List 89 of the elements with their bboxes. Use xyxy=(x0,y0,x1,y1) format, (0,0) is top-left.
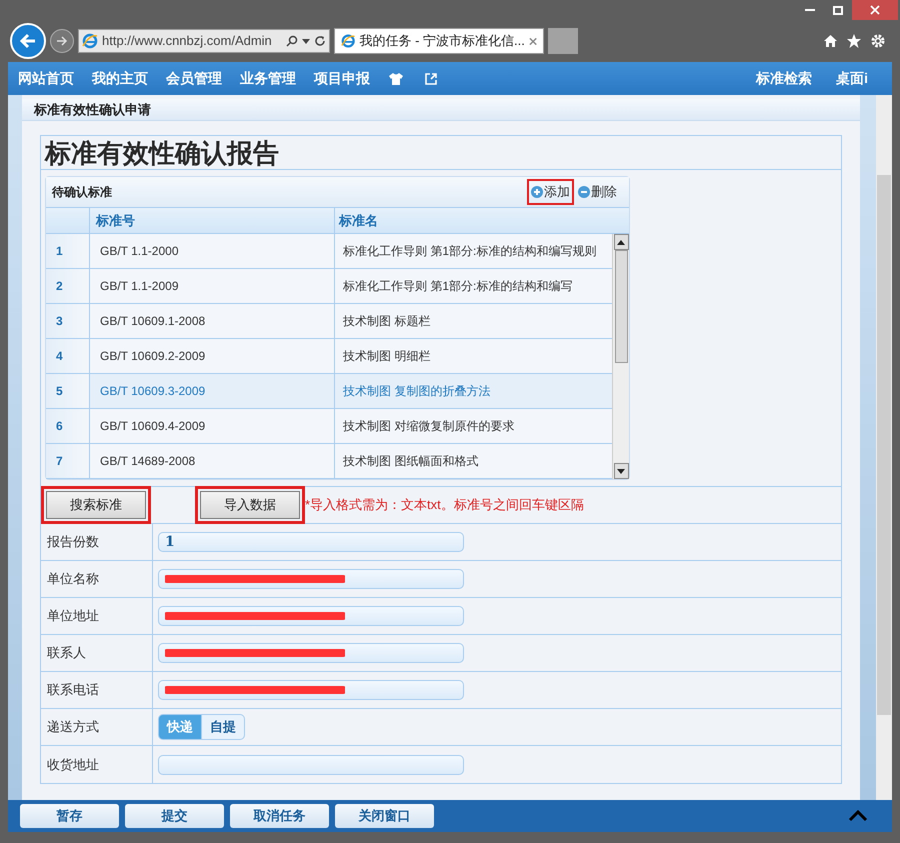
close-tab-icon[interactable] xyxy=(528,36,537,46)
delete-button[interactable]: 删除 xyxy=(574,179,621,205)
row-number: 2 xyxy=(46,269,90,303)
table-cell: GB/T 1.1-2000 xyxy=(90,234,335,268)
table-row[interactable]: 3 GB/T 10609.1-2008 技术制图 标题栏 xyxy=(46,304,612,339)
nav-link[interactable]: 桌面i xyxy=(836,68,868,89)
nav-link[interactable]: 项目申报 xyxy=(314,68,370,89)
settings-icon[interactable] xyxy=(870,33,886,49)
add-button[interactable]: 添加 xyxy=(527,179,574,205)
search-icon[interactable] xyxy=(286,35,298,47)
scroll-down-arrow-icon[interactable] xyxy=(617,468,625,474)
table-cell-text: 标准化工作导则 第1部分:标准的结构和编写规则 xyxy=(342,243,598,260)
back-button[interactable] xyxy=(10,23,46,59)
vertical-scrollbar[interactable] xyxy=(612,234,629,479)
section-header: 标准有效性确认申请 xyxy=(22,99,860,121)
nav-link[interactable]: 网站首页 xyxy=(18,68,74,89)
nav-link[interactable]: 标准检索 xyxy=(756,68,812,89)
table-cell-text: 技术制图 对缩微复制原件的要求 xyxy=(342,418,516,435)
field-label: 单位名称 xyxy=(41,561,153,597)
address-bar[interactable]: http://www.cnnbzj.com/Admin xyxy=(78,29,330,53)
row-number: 7 xyxy=(46,444,90,478)
close-icon[interactable] xyxy=(852,0,898,20)
table-cell: GB/T 14689-2008 xyxy=(90,444,335,478)
field-label: 联系人 xyxy=(41,635,153,671)
table-cell: GB/T 10609.3-2009 xyxy=(90,374,335,408)
table-cell-text: 技术制图 标题栏 xyxy=(342,313,432,330)
column-header[interactable]: 标准名 xyxy=(335,208,629,233)
url-text: http://www.cnnbzj.com/Admin xyxy=(102,32,273,50)
nav-link[interactable]: 我的主页 xyxy=(92,68,148,89)
right-arrow-icon xyxy=(56,36,68,46)
browser-logo-icon xyxy=(341,33,356,49)
home-icon[interactable] xyxy=(823,34,838,48)
row-number: 3 xyxy=(46,304,90,338)
footer-button[interactable]: 提交 xyxy=(125,804,224,828)
table-cell-text: 技术制图 复制图的折叠方法 xyxy=(342,383,492,400)
grid-title: 待确认标准 xyxy=(52,184,112,201)
external-link-icon[interactable] xyxy=(424,72,438,86)
nav-link[interactable]: 会员管理 xyxy=(166,68,222,89)
table-row[interactable]: 7 GB/T 14689-2008 技术制图 图纸幅面和格式 xyxy=(46,444,612,479)
footer-button[interactable]: 关闭窗口 xyxy=(335,804,434,828)
action-button[interactable]: 搜索标准 xyxy=(46,491,146,519)
star-icon[interactable] xyxy=(846,33,862,49)
plus-circle-icon xyxy=(531,186,543,198)
text-field[interactable] xyxy=(158,643,464,663)
forward-button[interactable] xyxy=(50,29,74,53)
footer-button[interactable]: 暂存 xyxy=(20,804,119,828)
refresh-icon[interactable] xyxy=(314,35,326,47)
table-cell-text: 技术制图 明细栏 xyxy=(342,348,432,365)
row-number: 4 xyxy=(46,339,90,373)
table-cell: GB/T 1.1-2009 xyxy=(90,269,335,303)
table-row[interactable]: 1 GB/T 1.1-2000 标准化工作导则 第1部分:标准的结构和编写规则 xyxy=(46,234,612,269)
text-field[interactable]: 1 xyxy=(158,532,464,552)
field-label: 收货地址 xyxy=(41,746,153,783)
import-format-note: *导入格式需为：文本txt。标准号之间回车键区隔 xyxy=(305,496,584,514)
field-label: 单位地址 xyxy=(41,598,153,634)
footer-button[interactable]: 取消任务 xyxy=(230,804,329,828)
browser-logo-icon xyxy=(82,33,98,49)
table-cell-text: 标准化工作导则 第1部分:标准的结构和编写 xyxy=(342,278,574,295)
segment-button[interactable]: 自提 xyxy=(202,714,245,740)
action-button[interactable]: 导入数据 xyxy=(200,491,300,519)
field-label: 递送方式 xyxy=(41,709,153,745)
table-row[interactable]: 2 GB/T 1.1-2009 标准化工作导则 第1部分:标准的结构和编写 xyxy=(46,269,612,304)
text-field[interactable] xyxy=(158,680,464,700)
dropdown-icon[interactable] xyxy=(302,38,310,44)
shirt-icon[interactable] xyxy=(388,72,404,86)
table-row[interactable]: 4 GB/T 10609.2-2009 技术制图 明细栏 xyxy=(46,339,612,374)
row-number: 1 xyxy=(46,234,90,268)
text-field[interactable] xyxy=(158,606,464,626)
scroll-up-icon[interactable] xyxy=(848,810,868,822)
scroll-up-arrow-icon[interactable] xyxy=(617,240,625,244)
nav-link[interactable]: 业务管理 xyxy=(240,68,296,89)
page-scrollbar[interactable] xyxy=(876,95,892,800)
row-number: 6 xyxy=(46,409,90,443)
field-label: 联系电话 xyxy=(41,672,153,708)
field-label: 报告份数 xyxy=(41,524,153,560)
table-cell-text: 技术制图 图纸幅面和格式 xyxy=(342,453,480,470)
left-arrow-icon xyxy=(19,33,37,49)
table-row[interactable]: 6 GB/T 10609.4-2009 技术制图 对缩微复制原件的要求 xyxy=(46,409,612,444)
table-cell: GB/T 10609.1-2008 xyxy=(90,304,335,338)
column-header[interactable]: 标准号 xyxy=(90,208,335,233)
tab-title: 我的任务 - 宁波市标准化信... xyxy=(359,32,525,50)
minus-circle-icon xyxy=(578,186,590,198)
text-field[interactable] xyxy=(158,569,464,589)
table-cell: GB/T 10609.2-2009 xyxy=(90,339,335,373)
table-row[interactable]: 5 GB/T 10609.3-2009 技术制图 复制图的折叠方法 xyxy=(46,374,612,409)
report-title: 标准有效性确认报告 xyxy=(41,136,841,170)
table-cell: GB/T 10609.4-2009 xyxy=(90,409,335,443)
text-field[interactable] xyxy=(158,754,464,774)
browser-tab[interactable]: 我的任务 - 宁波市标准化信... xyxy=(334,28,544,54)
